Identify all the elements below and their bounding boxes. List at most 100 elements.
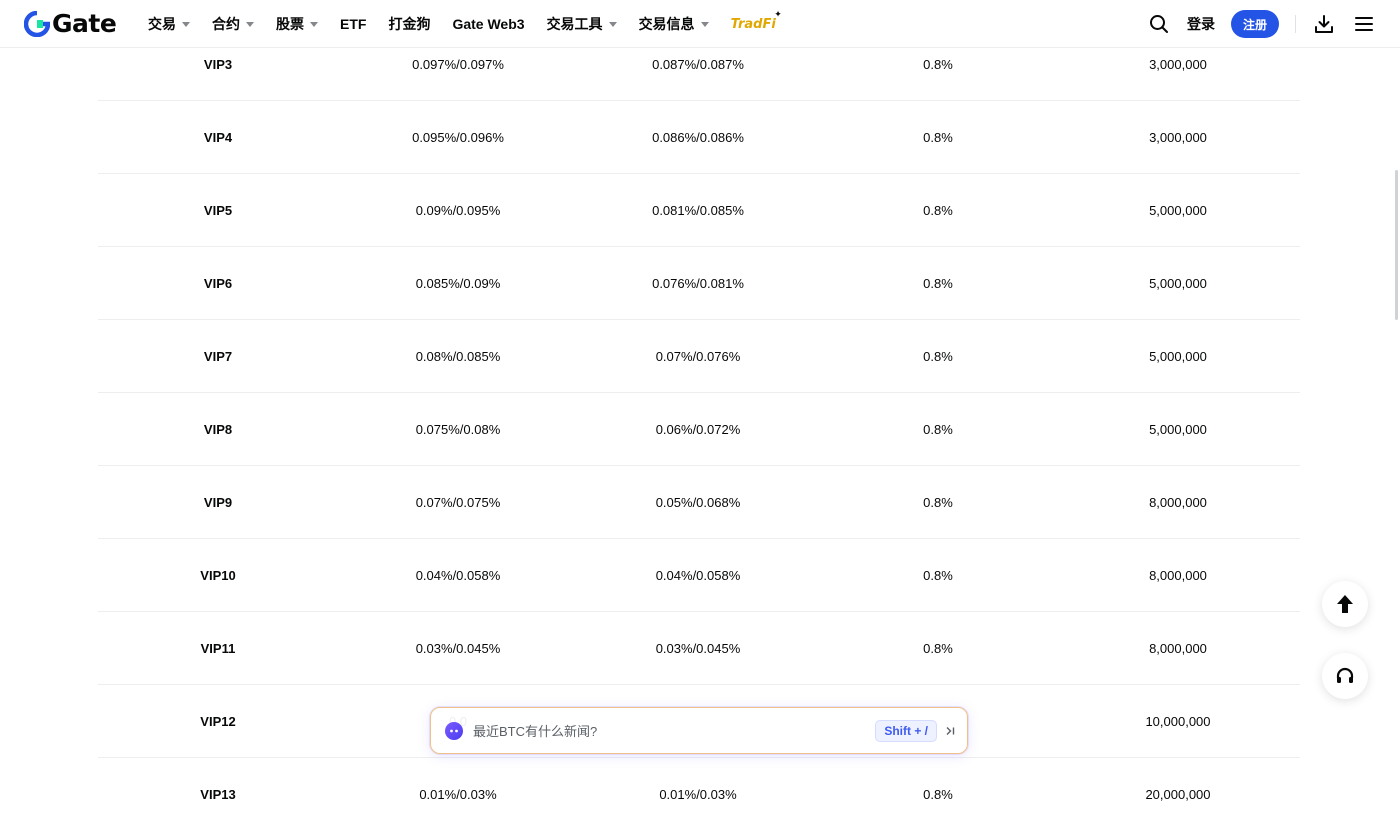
brand-name: Gate: [52, 9, 117, 38]
futures-fee: 0.086%/0.086%: [652, 129, 744, 145]
caret-down-icon: [700, 21, 709, 27]
nav-item-trade[interactable]: 交易: [148, 0, 190, 48]
vip-level: VIP11: [200, 640, 236, 656]
collapse-button[interactable]: [943, 722, 957, 740]
vip-level: VIP12: [200, 713, 236, 729]
vip-level: VIP8: [203, 421, 233, 437]
scrollbar-thumb[interactable]: [1395, 170, 1398, 320]
spot-fee: 0.07%/0.075%: [415, 494, 501, 510]
futures-fee: 0.081%/0.085%: [652, 202, 744, 218]
menu-button[interactable]: [1352, 12, 1376, 36]
amount: 8,000,000: [1149, 640, 1207, 656]
amount: 5,000,000: [1149, 202, 1207, 218]
main-menu: 交易 合约 股票 ETF 打金狗 Gate Web3 交易工具 交易信息 Tra…: [148, 0, 798, 48]
rate: 0.8%: [923, 567, 953, 583]
signup-button[interactable]: 注册: [1230, 10, 1279, 38]
nav-actions: 登录 注册: [1147, 0, 1400, 48]
nav-item-label: 合约: [212, 16, 240, 32]
rate: 0.8%: [923, 56, 953, 72]
nav-item-trading-info[interactable]: 交易信息: [639, 0, 709, 48]
ai-assistant-bar[interactable]: 最近BTC有什么新闻? Shift + /: [430, 707, 968, 754]
ai-assistant-icon: [445, 721, 463, 740]
spot-fee: 0.085%/0.09%: [415, 275, 501, 291]
sparkle-icon: ✦: [774, 9, 782, 20]
vip-level: VIP3: [203, 56, 233, 72]
keyboard-shortcut-badge: Shift + /: [875, 720, 937, 742]
nav-divider: [1295, 15, 1296, 33]
vip-level: VIP9: [203, 494, 233, 510]
customer-support-button[interactable]: [1322, 653, 1368, 699]
download-icon: [1315, 15, 1333, 33]
nav-item-label: ETF: [340, 16, 367, 32]
nav-item-label: 股票: [276, 16, 304, 32]
amount: 3,000,000: [1149, 56, 1207, 72]
amount: 5,000,000: [1149, 348, 1207, 364]
nav-item-stocks[interactable]: 股票: [276, 0, 318, 48]
arrow-up-icon: [1337, 595, 1353, 613]
download-button[interactable]: [1312, 12, 1336, 36]
ai-search-placeholder: 最近BTC有什么新闻?: [473, 724, 598, 739]
top-nav: Gate 交易 合约 股票 ETF 打金狗 Gate Web3 交易工具 交易信…: [0, 0, 1400, 48]
table-row: VIP7 0.08%/0.085% 0.07%/0.076% 0.8% 5,00…: [98, 320, 1300, 393]
nav-item-label: Gate Web3: [452, 16, 525, 32]
nav-item-label: 交易工具: [546, 16, 603, 32]
amount: 8,000,000: [1149, 494, 1207, 510]
spot-fee: 0.075%/0.08%: [415, 421, 501, 437]
vip-level: VIP6: [203, 275, 233, 291]
vip-level: VIP4: [203, 129, 233, 145]
vip-level: VIP7: [203, 348, 233, 364]
futures-fee: 0.04%/0.058%: [655, 567, 741, 583]
table-row: VIP8 0.075%/0.08% 0.06%/0.072% 0.8% 5,00…: [98, 393, 1300, 466]
futures-fee: 0.076%/0.081%: [652, 275, 744, 291]
amount: 5,000,000: [1149, 275, 1207, 291]
search-button[interactable]: [1147, 12, 1171, 36]
caret-down-icon: [310, 21, 318, 27]
back-to-top-button[interactable]: [1322, 581, 1368, 627]
nav-item-label: 打金狗: [388, 16, 431, 32]
rate: 0.8%: [923, 129, 953, 145]
nav-item-golddog[interactable]: 打金狗: [388, 0, 430, 48]
futures-fee: 0.05%/0.068%: [655, 494, 741, 510]
table-row: VIP11 0.03%/0.045% 0.03%/0.045% 0.8% 8,0…: [98, 612, 1300, 685]
caret-down-icon: [182, 21, 190, 27]
login-link[interactable]: 登录: [1187, 14, 1215, 34]
robot-face-icon: [450, 729, 458, 732]
vip-level: VIP10: [200, 567, 236, 583]
nav-item-trading-tools[interactable]: 交易工具: [547, 0, 617, 48]
spot-fee: 0.08%/0.085%: [415, 348, 501, 364]
gate-logo-icon: [24, 11, 50, 37]
spot-fee: 0.03%/0.045%: [415, 640, 501, 656]
table-row: VIP10 0.04%/0.058% 0.04%/0.058% 0.8% 8,0…: [98, 539, 1300, 612]
headset-icon: [1336, 667, 1354, 683]
rate: 0.8%: [923, 202, 953, 218]
spot-fee: 0.095%/0.096%: [412, 129, 504, 145]
futures-fee: 0.087%/0.087%: [652, 56, 744, 72]
nav-item-label: 交易: [148, 16, 176, 32]
table-row: VIP13 0.01%/0.03% 0.01%/0.03% 0.8% 20,00…: [98, 758, 1300, 831]
rate: 0.8%: [923, 348, 953, 364]
rate: 0.8%: [923, 640, 953, 656]
tradfi-label: TradFi: [730, 16, 776, 32]
menu-icon: [1355, 17, 1373, 31]
futures-fee: 0.03%/0.045%: [655, 640, 741, 656]
nav-item-futures[interactable]: 合约: [212, 0, 254, 48]
gate-logo[interactable]: Gate: [24, 9, 117, 38]
table-row: VIP5 0.09%/0.095% 0.081%/0.085% 0.8% 5,0…: [98, 174, 1300, 247]
collapse-right-icon: [946, 727, 955, 735]
amount: 10,000,000: [1145, 713, 1211, 729]
amount: 3,000,000: [1149, 129, 1207, 145]
spot-fee: 0.097%/0.097%: [412, 56, 504, 72]
table-row: VIP9 0.07%/0.075% 0.05%/0.068% 0.8% 8,00…: [98, 466, 1300, 539]
vip-level: VIP5: [203, 202, 233, 218]
nav-item-etf[interactable]: ETF: [340, 0, 366, 48]
nav-item-web3[interactable]: Gate Web3: [452, 0, 524, 48]
table-row: VIP6 0.085%/0.09% 0.076%/0.081% 0.8% 5,0…: [98, 247, 1300, 320]
spot-fee: 0.04%/0.058%: [415, 567, 501, 583]
rate: 0.8%: [923, 275, 953, 291]
nav-item-tradfi[interactable]: TradFi ✦: [730, 0, 782, 48]
rate: 0.8%: [923, 494, 953, 510]
amount: 8,000,000: [1149, 567, 1207, 583]
amount: 5,000,000: [1149, 421, 1207, 437]
caret-down-icon: [608, 21, 617, 27]
spot-fee: 0.09%/0.095%: [415, 202, 501, 218]
